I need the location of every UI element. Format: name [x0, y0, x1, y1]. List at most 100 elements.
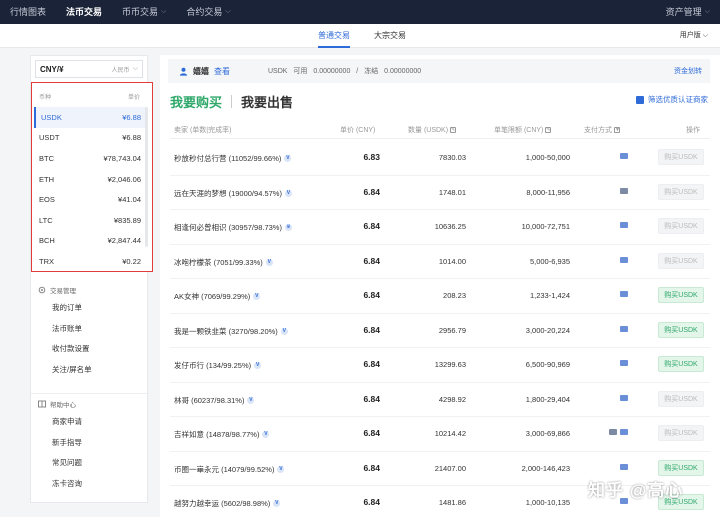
buy-button[interactable]: 购买USDK [658, 149, 704, 165]
trade-mgmt-item[interactable]: 我的订单 [31, 298, 147, 319]
buy-button[interactable]: 购买USDK [658, 425, 704, 441]
help-center-item[interactable]: 冻卡咨询 [31, 474, 147, 495]
version-select[interactable]: 用户版 ⌵ [680, 24, 708, 48]
help-center-item[interactable]: 常见问题 [31, 453, 147, 474]
seller-link[interactable]: 秒放秒付总行营 (11052/99.66%) V [174, 153, 292, 164]
transfer-link[interactable]: 资金划转 [674, 66, 702, 76]
balance-info: USDK 可用 0.00000000 / 冻结 0.00000000 [268, 66, 425, 76]
seller-link[interactable]: 吉祥如意 (14878/98.77%) V [174, 429, 270, 440]
header-price: 单价 (CNY) [340, 125, 375, 135]
coin-item-btc[interactable]: BTC ¥78,743.04 [34, 148, 146, 169]
coin-item-usdt[interactable]: USDT ¥6.88 [34, 128, 146, 149]
header-action-label: 操作 [686, 127, 700, 134]
coin-name: EOS [39, 195, 55, 205]
header-pay-label: 支付方式 [584, 127, 612, 134]
unit-price: 6.84 [363, 186, 380, 197]
buy-button[interactable]: 购买USDK [658, 321, 704, 338]
coin-item-eos[interactable]: EOS ¥41.04 [34, 189, 146, 210]
trade-mgmt-item[interactable]: 法币账单 [31, 319, 147, 340]
trade-mgmt-menu: 交易管理 我的订单 法币账单 收付款设置 关注/屏名单 [31, 282, 147, 380]
view-account-link[interactable]: 查看 [214, 66, 230, 77]
tab-buy[interactable]: 我要购买 [170, 92, 222, 111]
nav-label: 行情图表 [10, 7, 47, 17]
unit-price: 6.84 [363, 393, 380, 404]
seller-link[interactable]: 越努力越幸运 (5602/98.98%) V [174, 498, 281, 509]
header-limit: 单笔限额 (CNY) ✎ [494, 125, 552, 135]
payment-methods [598, 187, 628, 194]
verified-badge-icon: V [284, 155, 292, 162]
nav-item-spot[interactable]: 币币交易 ⌵ [112, 0, 176, 24]
unit-price: 6.83 [363, 152, 380, 162]
help-center-menu: 帮助中心 商家申请 新手指导 常见问题 冻卡咨询 [31, 396, 147, 494]
tab-sell[interactable]: 我要出售 [241, 92, 293, 111]
seller-link[interactable]: 相逢何必曾相识 (30957/98.73%) ♛ [174, 222, 292, 233]
help-center-item[interactable]: 新手指导 [31, 433, 147, 454]
coin-price: ¥6.88 [122, 112, 141, 122]
filter-label: 筛选优质认证商家 [648, 95, 708, 104]
quantity: 2956.79 [438, 325, 466, 335]
coin-item-usdk[interactable]: USDK ¥6.88 [34, 107, 146, 128]
payment-methods [598, 429, 628, 435]
seller-link[interactable]: 发仔币行 (134/99.25%) V [174, 360, 262, 371]
alipay-icon [620, 291, 628, 297]
payment-methods [598, 325, 628, 332]
help-center-item[interactable]: 商家申请 [31, 412, 147, 433]
buy-button[interactable]: 购买USDK [658, 218, 704, 234]
nav-item-futures[interactable]: 合约交易 ⌵ [176, 0, 240, 24]
coin-price: ¥41.04 [118, 195, 141, 205]
trade-mgmt-items: 我的订单 法币账单 收付款设置 关注/屏名单 [31, 298, 147, 380]
order-limit: 10,000-72,751 [521, 222, 570, 231]
mode-tabs: 我要购买 我要出售 [170, 92, 293, 111]
buy-button[interactable]: 购买USDK [658, 183, 704, 200]
top-nav: 行情图表 法币交易 币币交易 ⌵ 合约交易 ⌵ 资产管理 ⌵ [0, 0, 720, 24]
coin-name: LTC [39, 215, 53, 225]
table-row: 秒放秒付总行营 (11052/99.66%) V 6.83 7830.03 1,000-… [170, 141, 710, 176]
header-qty-label: 数量 (USDK) [408, 127, 449, 134]
filter-checkbox[interactable] [636, 95, 644, 104]
tab-block-trade[interactable]: 大宗交易 [374, 24, 406, 48]
trade-mgmt-item[interactable]: 关注/屏名单 [31, 360, 147, 381]
coin-item-bch[interactable]: BCH ¥2,847.44 [34, 231, 146, 252]
header-action: 操作 [686, 125, 700, 135]
seller-link[interactable]: 远在天涯的梦想 (19000/94.57%) V [174, 188, 292, 199]
filter-icon[interactable]: ▼ [614, 127, 620, 133]
available-value: 0.00000000 [313, 68, 351, 75]
seller-link[interactable]: 币圈一崋永元 (14079/99.52%) V [174, 464, 285, 475]
seller-link[interactable]: 我是一颗铁韭菜 (3270/98.20%) V [174, 326, 288, 337]
buy-button[interactable]: 购买USDK [658, 252, 704, 269]
buy-button[interactable]: 购买USDK [658, 390, 704, 407]
trade-mgmt-item[interactable]: 收付款设置 [31, 339, 147, 360]
nav-item-assets[interactable]: 资产管理 ⌵ [656, 0, 720, 24]
edit-icon[interactable]: ✎ [450, 127, 457, 133]
chevron-down-icon: ⌵ [225, 8, 231, 15]
help-center-title: 帮助中心 [50, 402, 76, 409]
alipay-icon [620, 463, 628, 470]
nav-item-market[interactable]: 行情图表 [0, 0, 56, 24]
main-content: 嬉嬉 查看 USDK 可用 0.00000000 / 冻结 0.00000000… [160, 55, 720, 517]
trade-mgmt-title: 交易管理 [50, 288, 76, 295]
coin-list-scrollbar[interactable] [145, 107, 148, 247]
order-limit: 3,000-69,866 [525, 429, 570, 438]
coin-item-eth[interactable]: ETH ¥2,046.06 [34, 169, 146, 190]
seller-link[interactable]: 林哥 (60237/98.31%) V [174, 395, 255, 406]
seller-name: 远在天涯的梦想 (19000/94.57%) [174, 188, 282, 198]
seller-link[interactable]: AK女神 (7069/99.29%) V [174, 291, 261, 302]
coin-item-ltc[interactable]: LTC ¥835.89 [34, 210, 146, 231]
tab-normal-trade[interactable]: 普通交易 [318, 24, 350, 48]
payment-methods [598, 256, 628, 263]
verified-badge-icon: V [247, 396, 255, 404]
currency-select[interactable]: CNY/¥ 人民币 ⌵ [35, 60, 143, 78]
coin-item-trx[interactable]: TRX ¥0.22 [34, 251, 146, 272]
seller-name: 林哥 (60237/98.31%) [174, 395, 245, 405]
chevron-down-icon: ⌵ [161, 8, 167, 15]
edit-icon[interactable]: ✎ [545, 127, 552, 133]
buy-button[interactable]: 购买USDK [658, 287, 704, 303]
nav-item-otc[interactable]: 法币交易 [56, 0, 112, 24]
seller-link[interactable]: 冰咆柠檬茶 (7051/99.33%) V [174, 257, 273, 268]
verified-merchant-filter[interactable]: 筛选优质认证商家 [636, 94, 708, 105]
buy-button[interactable]: 购买USDK [658, 459, 704, 476]
unit-price: 6.84 [363, 255, 380, 266]
order-limit: 5,000-6,935 [529, 256, 570, 266]
unit-price: 6.84 [363, 221, 380, 231]
buy-button[interactable]: 购买USDK [658, 356, 704, 372]
